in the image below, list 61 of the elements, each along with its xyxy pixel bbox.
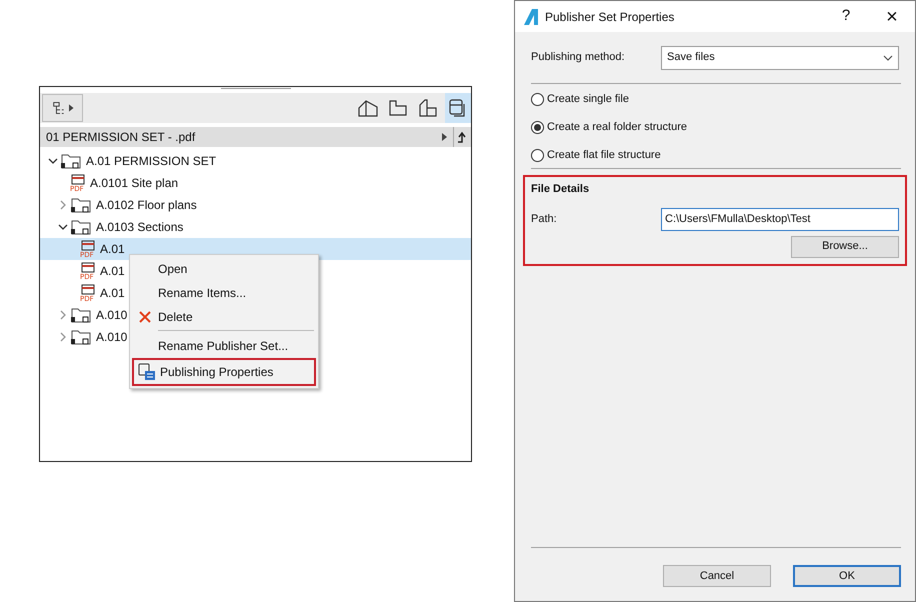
tree-row[interactable]: A.010: [40, 304, 130, 326]
tree-label: A.0102 Floor plans: [96, 197, 197, 214]
folder-icon: [70, 196, 92, 214]
caret-icon: [69, 104, 74, 112]
x-icon: [139, 311, 151, 323]
menu-item[interactable]: Publishing Properties: [132, 358, 316, 386]
tree-label: A.01: [100, 241, 125, 258]
browse-button[interactable]: Browse...: [791, 236, 899, 258]
tree-label: A.01 PERMISSION SET: [86, 153, 216, 170]
chevron-right-icon[interactable]: [58, 200, 68, 210]
radio-button[interactable]: [531, 120, 544, 134]
tree-row[interactable]: A.0103 Sections: [40, 216, 186, 238]
radio-option[interactable]: Create a real folder structure: [531, 118, 901, 136]
folder-icon: [70, 306, 92, 324]
menu-item[interactable]: Open: [132, 257, 316, 281]
view-mode-button[interactable]: [42, 94, 83, 122]
menu-item[interactable]: Delete: [132, 305, 316, 334]
tree-label: A.0103 Sections: [96, 219, 184, 236]
close-button[interactable]: ×: [869, 1, 915, 32]
dialog-button[interactable]: Cancel: [663, 565, 771, 587]
option-label: Create flat file structure: [547, 148, 661, 163]
group-title: File Details: [531, 182, 590, 197]
menu-item[interactable]: Rename Items...: [132, 281, 316, 305]
tree-row[interactable]: A.01 PERMISSION SET: [40, 150, 218, 172]
tree-structure-icon: [51, 100, 66, 116]
radio-button[interactable]: [531, 148, 544, 162]
tree-row[interactable]: A.0102 Floor plans: [40, 194, 199, 216]
caret-icon: [442, 133, 447, 141]
tree-label: A.0101 Site plan: [90, 175, 178, 192]
publish-icon: [138, 363, 156, 381]
tree-label: A.010: [96, 329, 128, 346]
radio-option[interactable]: Create flat file structure: [531, 146, 901, 164]
layout-icon: [417, 97, 439, 119]
method-label: Publishing method:: [531, 50, 626, 66]
option-label: Create single file: [547, 92, 629, 107]
tree-row[interactable]: A.010: [40, 326, 130, 348]
radio-button[interactable]: [531, 92, 544, 106]
window-title: Publisher Set Properties: [545, 8, 676, 26]
tree-label: A.01: [100, 285, 125, 302]
chevron-right-icon[interactable]: [58, 332, 68, 342]
app-logo-icon: [523, 8, 539, 26]
menu-item[interactable]: Rename Publisher Set...: [132, 334, 316, 358]
chevron-down-icon: [883, 54, 893, 60]
radio-option[interactable]: Create single file: [531, 90, 901, 108]
help-button[interactable]: ?: [823, 1, 869, 32]
dialog-button[interactable]: OK: [793, 565, 901, 587]
option-label: Create a real folder structure: [547, 120, 688, 135]
folder-icon: [70, 328, 92, 346]
tree-label: A.01: [100, 263, 125, 280]
folder-icon: [60, 152, 82, 170]
tree-label: A.010: [96, 307, 128, 324]
path-label: Path:: [531, 212, 558, 227]
folder-icon: [70, 218, 92, 236]
path-input[interactable]: C:\Users\FMulla\Desktop\Test: [661, 208, 899, 230]
method-dropdown[interactable]: Save files: [661, 46, 899, 70]
view-toggle[interactable]: [445, 93, 471, 123]
chevron-right-icon[interactable]: [58, 310, 68, 320]
chevron-down-icon[interactable]: [58, 222, 68, 232]
path-label: 01 PERMISSION SET - .pdf: [46, 129, 196, 146]
up-arrow-icon: [456, 131, 468, 143]
chevron-down-icon[interactable]: [48, 156, 58, 166]
